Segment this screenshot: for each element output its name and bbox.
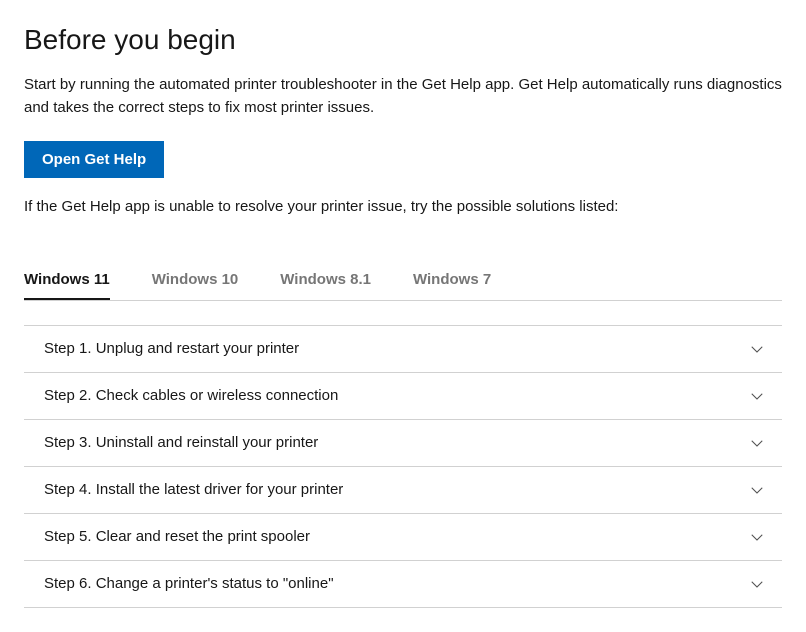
tab-windows-11[interactable]: Windows 11 (24, 261, 110, 300)
accordion-item-step-4[interactable]: Step 4. Install the latest driver for yo… (24, 466, 782, 513)
chevron-down-icon (748, 387, 766, 405)
accordion-item-step-6[interactable]: Step 6. Change a printer's status to "on… (24, 560, 782, 608)
tab-windows-8-1[interactable]: Windows 8.1 (280, 261, 371, 300)
tab-windows-7[interactable]: Windows 7 (413, 261, 491, 300)
accordion-label: Step 1. Unplug and restart your printer (44, 340, 299, 357)
accordion: Step 1. Unplug and restart your printer … (24, 325, 782, 608)
accordion-label: Step 6. Change a printer's status to "on… (44, 575, 334, 592)
followup-text: If the Get Help app is unable to resolve… (24, 196, 782, 219)
open-get-help-button[interactable]: Open Get Help (24, 141, 164, 178)
accordion-label: Step 3. Uninstall and reinstall your pri… (44, 434, 318, 451)
chevron-down-icon (748, 340, 766, 358)
accordion-item-step-3[interactable]: Step 3. Uninstall and reinstall your pri… (24, 419, 782, 466)
chevron-down-icon (748, 575, 766, 593)
intro-text: Start by running the automated printer t… (24, 74, 782, 119)
accordion-item-step-2[interactable]: Step 2. Check cables or wireless connect… (24, 372, 782, 419)
chevron-down-icon (748, 434, 766, 452)
accordion-label: Step 4. Install the latest driver for yo… (44, 481, 343, 498)
tabs-container: Windows 11 Windows 10 Windows 8.1 Window… (24, 261, 782, 301)
page-title: Before you begin (24, 24, 782, 56)
accordion-label: Step 2. Check cables or wireless connect… (44, 387, 338, 404)
accordion-item-step-1[interactable]: Step 1. Unplug and restart your printer (24, 325, 782, 372)
accordion-item-step-5[interactable]: Step 5. Clear and reset the print spoole… (24, 513, 782, 560)
accordion-label: Step 5. Clear and reset the print spoole… (44, 528, 310, 545)
tab-windows-10[interactable]: Windows 10 (152, 261, 239, 300)
chevron-down-icon (748, 528, 766, 546)
chevron-down-icon (748, 481, 766, 499)
